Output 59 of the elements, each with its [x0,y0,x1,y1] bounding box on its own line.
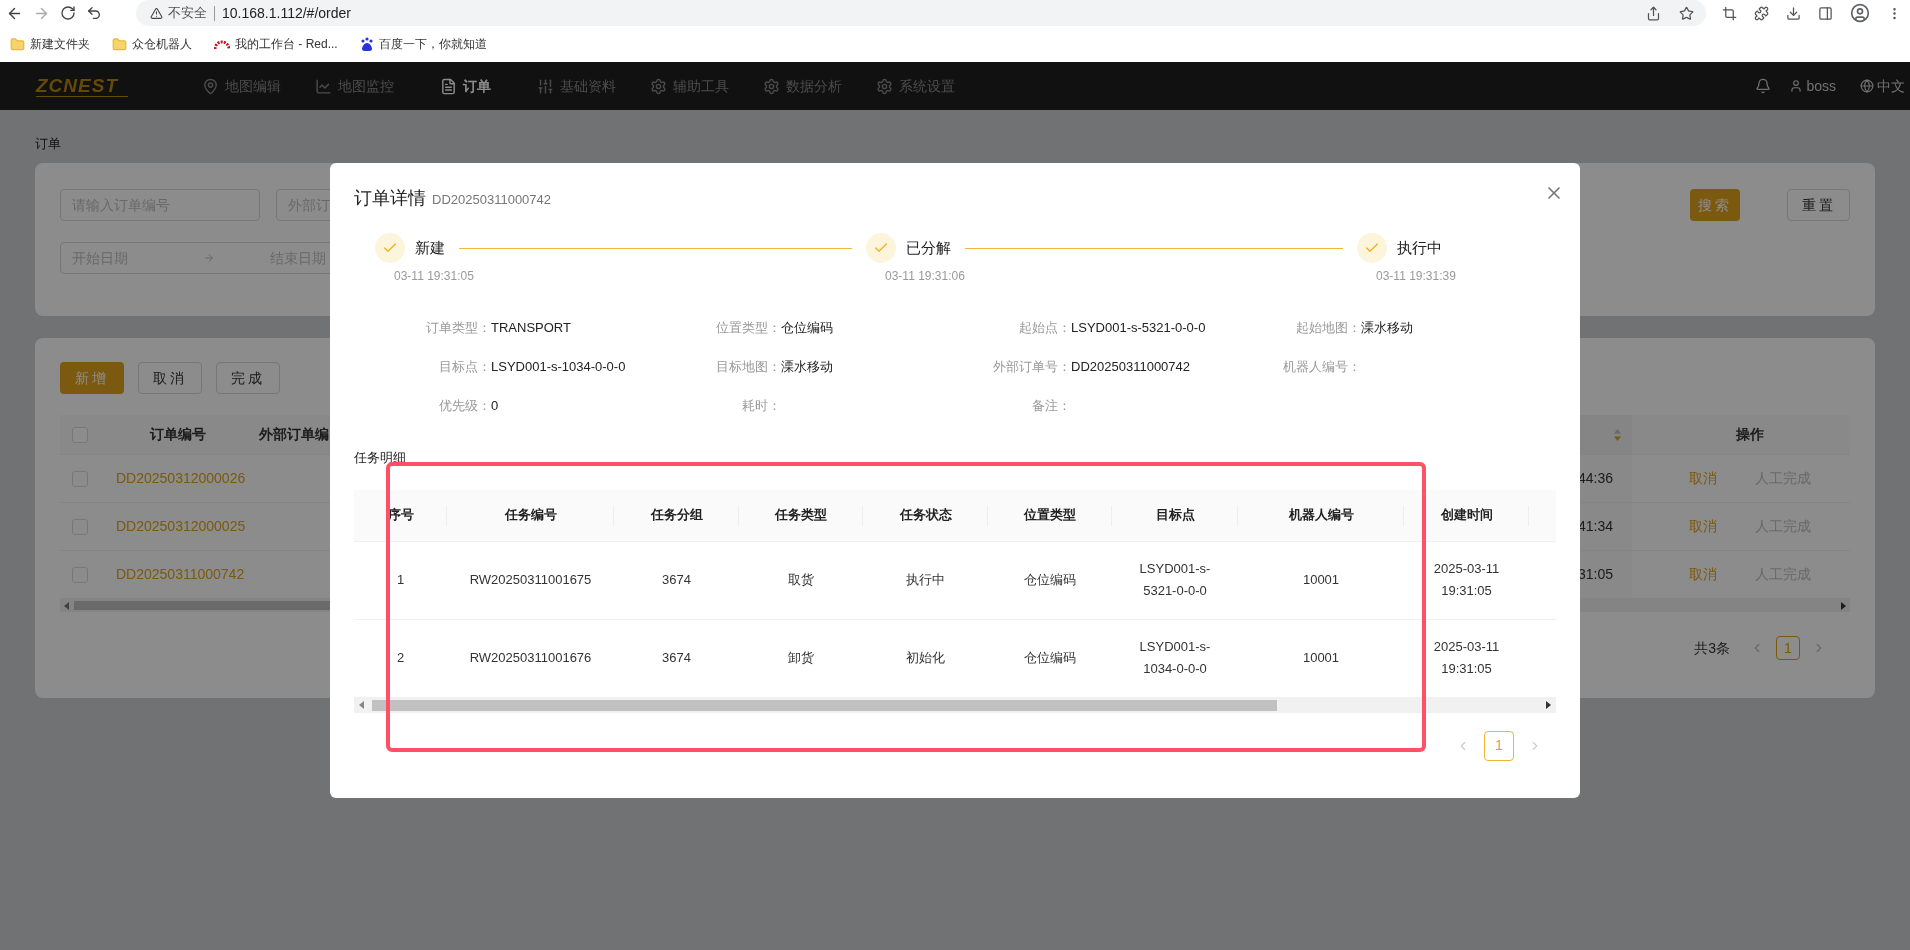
table-cell-text: 3674 [662,649,691,667]
detail-label: 目标点： [438,358,491,376]
table-cell-text: 2 [396,649,405,667]
column-header: 位置类型 [1024,506,1076,525]
table-cell-text: 仓位编码 [1024,649,1076,667]
detail-label: 优先级： [438,397,491,415]
total-count: 共3条 [1694,638,1730,658]
detail-value: 仓位编码 [781,319,833,337]
table-cell-text: RW20250311001675 [469,571,592,589]
column-header: 外部订单编 [258,425,329,444]
detail-label: 订单类型： [425,319,491,337]
table-cell-text: 2025-03-11 19:31:05 [1432,560,1501,600]
table-cell-text: 3674 [662,571,691,589]
step-time: 03-11 19:31:06 [884,268,965,285]
table-cell-text: 卸货 [788,649,814,667]
step-title: 已分解 [906,237,951,258]
section-title: 任务明细 [354,449,406,467]
detail-value: LSYD001-s-5321-0-0-0 [1071,319,1206,337]
detail-value: 0 [491,397,499,415]
column-header: 任务状态 [899,506,952,525]
table-cell-text: 取货 [788,571,814,589]
table-cell-text: 10001 [1302,649,1340,667]
detail-label: 备注： [1031,397,1071,415]
column-header: 创建时间 [1440,506,1493,525]
step-time: 03-11 19:31:39 [1375,268,1456,285]
detail-value: LSYD001-s-1034-0-0-0 [491,358,626,376]
table-cell-text: LSYD001-s-5321-0-0-0 [1138,560,1212,600]
detail-label: 起始点： [1018,319,1071,337]
table-cell-text: 初始化 [906,649,945,667]
detail-label: 目标地图： [715,358,781,376]
table-cell-text: LSYD001-s-1034-0-0-0 [1138,638,1212,678]
security-label: 不安全 [168,4,207,23]
column-header: 任务分组 [650,506,703,525]
table-cell-text: RW20250311001676 [469,649,592,667]
table-cell-text: 2025-03-11 19:31:05 [1432,638,1501,678]
column-header: 任务编号 [504,506,557,525]
detail-value: TRANSPORT [491,319,571,337]
dialog-title: 订单详情 [354,187,426,210]
column-header: 目标点 [1155,506,1195,525]
url-text: 10.168.1.112/#/order [222,3,351,23]
table-cell-text: 10001 [1302,571,1340,589]
table-cell-text: 执行中 [906,571,945,589]
column-header: 任务类型 [775,506,827,525]
detail-value: 溧水移动 [1361,319,1413,337]
table-cell-text: 仓位编码 [1024,571,1076,589]
dialog-subtitle: DD20250311000742 [432,191,552,209]
detail-label: 外部订单号： [992,358,1071,376]
detail-label: 耗时： [741,397,781,415]
breadcrumb: 订单 [35,135,61,153]
column-header: 操作 [1735,425,1765,444]
detail-label: 位置类型： [715,319,781,337]
detail-value: 溧水移动 [781,358,833,376]
detail-label: 起始地图： [1295,319,1361,337]
table-cell-text: 1 [396,571,405,589]
detail-value: DD20250311000742 [1071,358,1191,376]
step-title: 执行中 [1397,237,1442,258]
column-header: 机器人编号 [1288,506,1354,525]
column-header: 订单编号 [148,425,207,444]
detail-label: 机器人编号： [1282,358,1361,376]
